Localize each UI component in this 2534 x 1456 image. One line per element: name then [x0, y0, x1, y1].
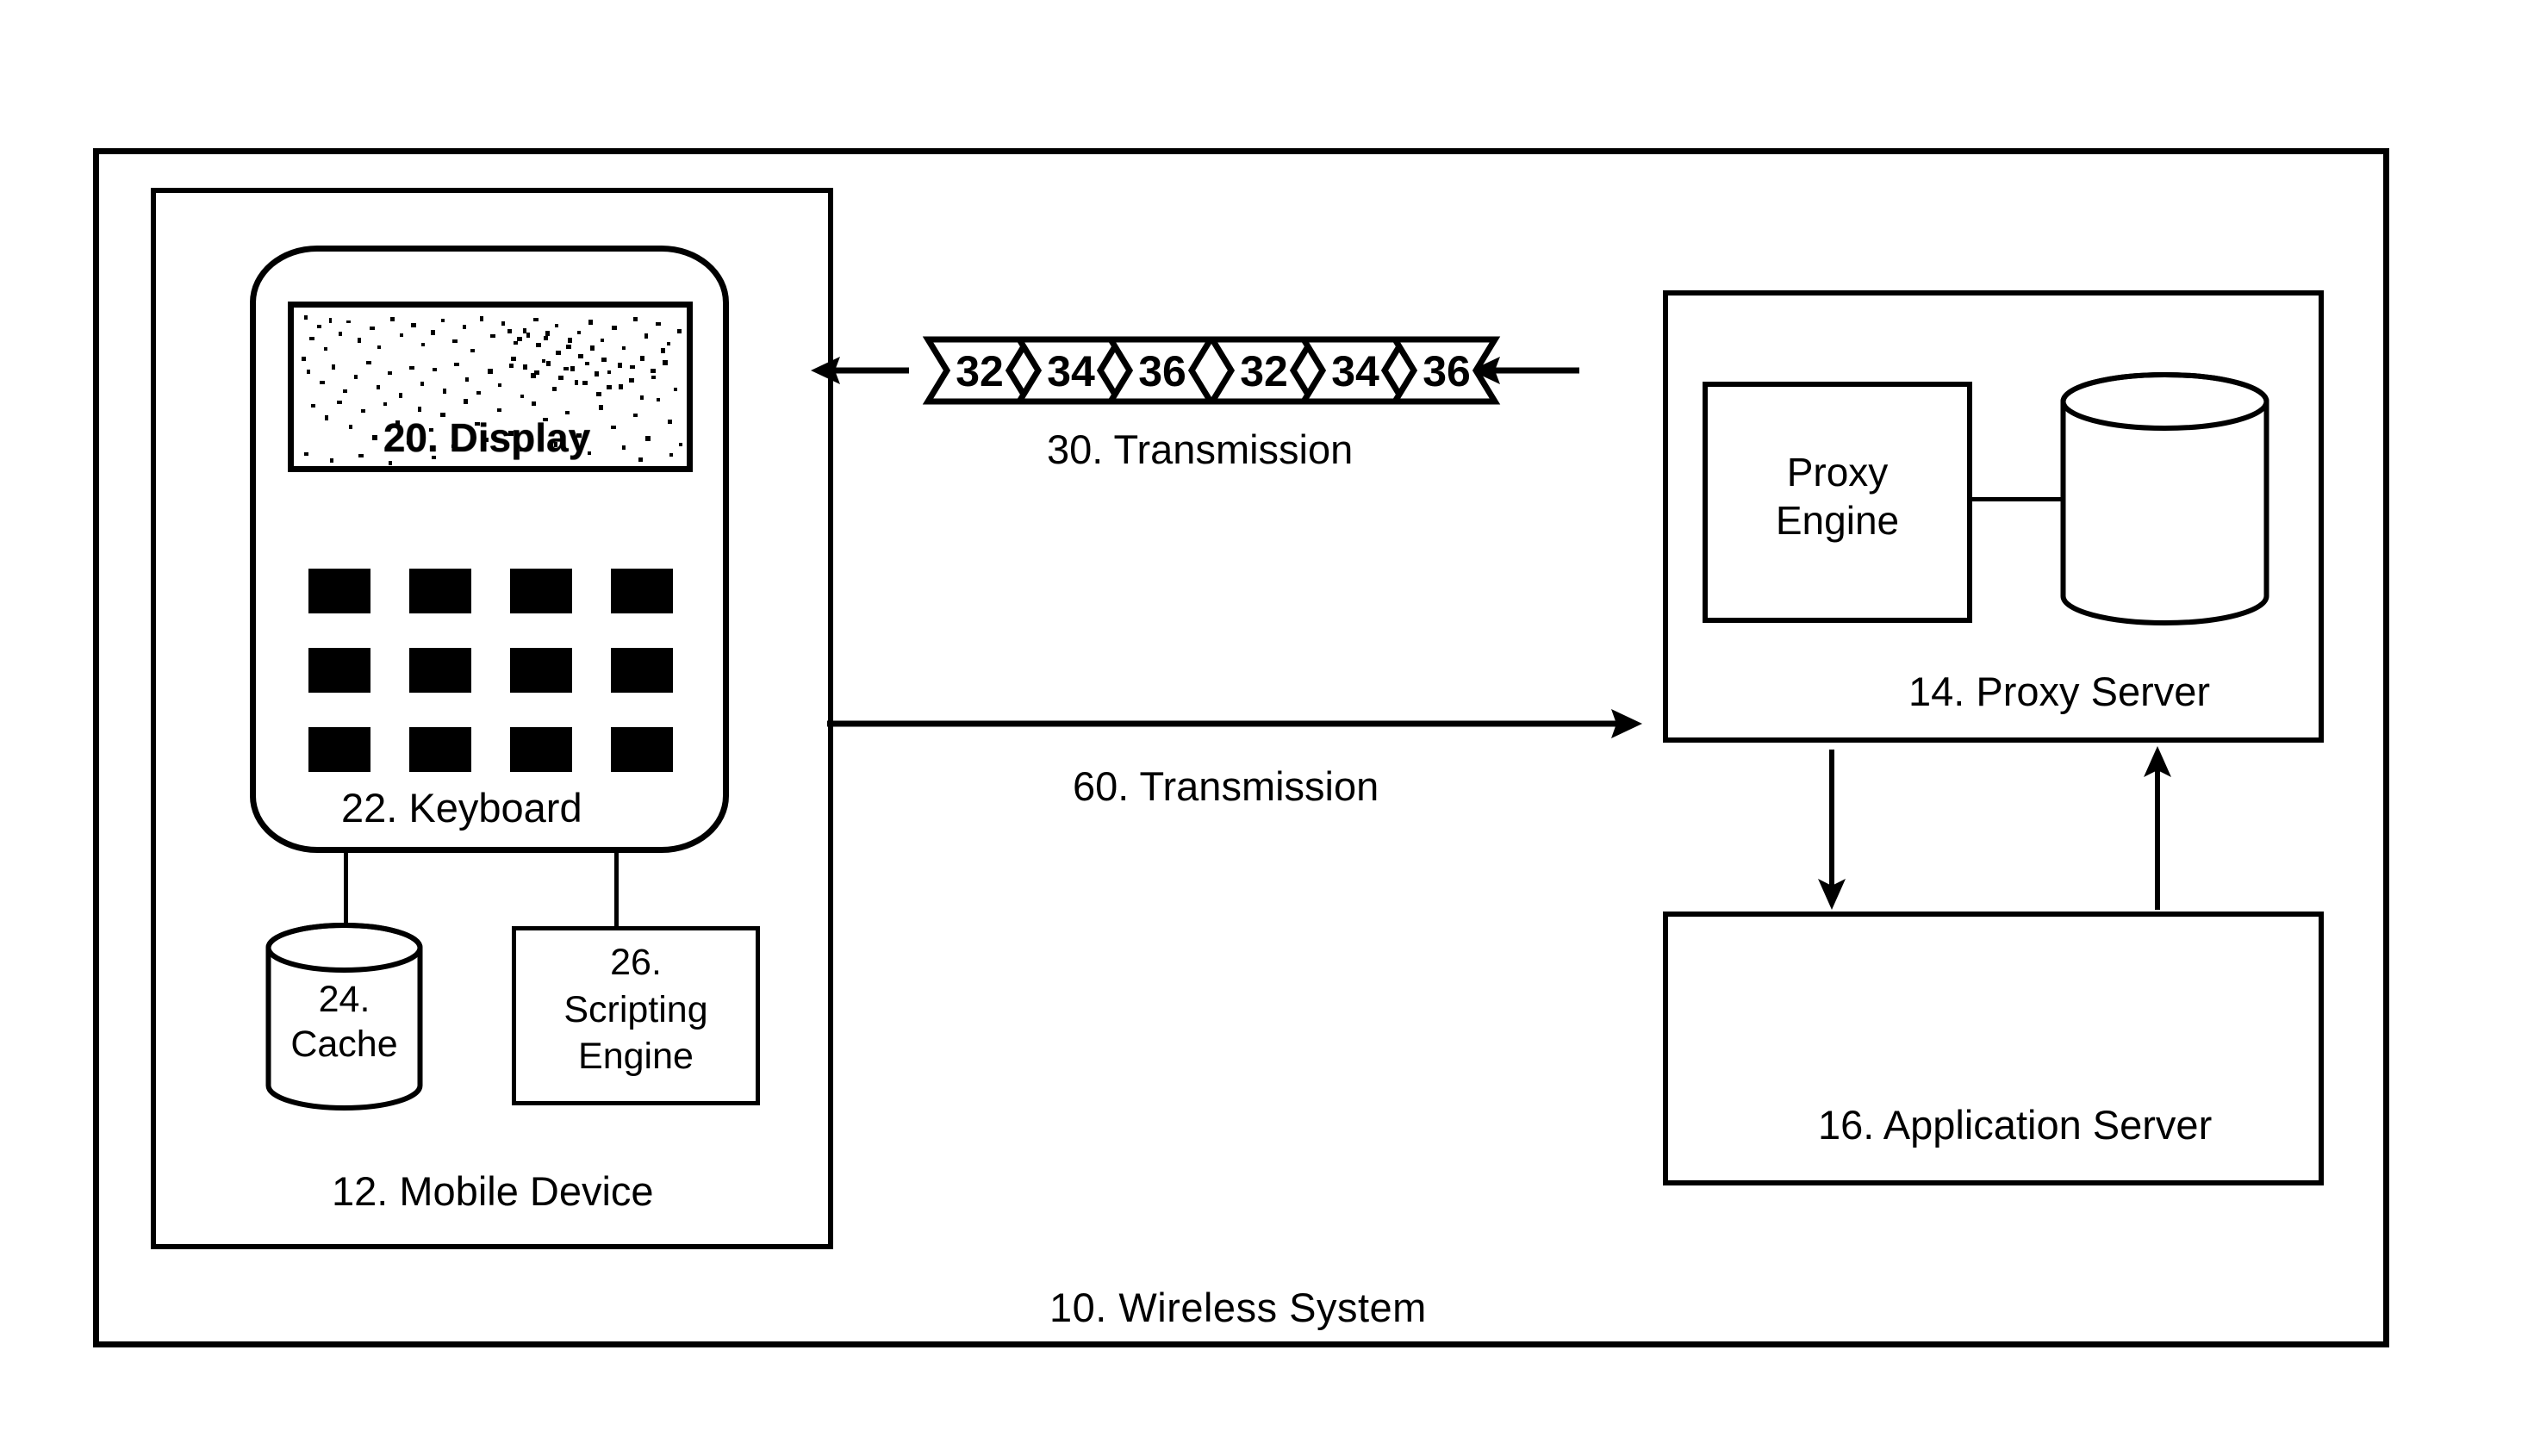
proxy-to-application-arrows [1663, 741, 2324, 913]
transmission-60-arrow-svg [827, 709, 1642, 738]
cylinder-shape [2060, 372, 2269, 625]
record-of-cache-cylinder: Record of Cache [2059, 370, 2270, 629]
transmission-60-label: 60. Transmission [1073, 763, 1379, 809]
packet-label: 34 [1331, 347, 1379, 395]
keypad-key[interactable] [611, 727, 673, 772]
cache-connector-line [344, 853, 348, 924]
application-server-label: 16. Application Server [1818, 1102, 2213, 1148]
proxy-engine-label: Proxy Engine [1703, 448, 1972, 544]
keypad [308, 569, 679, 772]
mobile-device-label: 12. Mobile Device [332, 1168, 654, 1214]
device-cache-label-number: 24. [318, 979, 370, 1020]
proxy-server-label: 14. Proxy Server [1908, 669, 2211, 714]
keypad-key[interactable] [611, 648, 673, 693]
vertical-arrows-svg [1818, 746, 2171, 910]
keypad-key[interactable] [308, 569, 370, 613]
display-screen: 20. Display [288, 302, 693, 472]
keypad-key[interactable] [308, 648, 370, 693]
packet-label: 32 [1240, 347, 1288, 395]
keypad-key[interactable] [409, 727, 471, 772]
packet-label: 34 [1047, 347, 1095, 395]
wireless-system-label: 10. Wireless System [1049, 1285, 1427, 1330]
keypad-key[interactable] [510, 648, 572, 693]
packet-label: 36 [1423, 347, 1471, 395]
keypad-key[interactable] [308, 727, 370, 772]
figure-canvas: 10. Wireless System 12. Mobile Device 20… [0, 0, 2534, 1456]
device-cache-label: 24. Cache [265, 977, 424, 1067]
transmission-30-packet-stream: 32 34 36 32 34 36 [806, 329, 1581, 412]
packet-stream-svg: 32 34 36 32 34 36 [811, 336, 1579, 405]
packet-label: 36 [1138, 347, 1186, 395]
scripting-engine-label: 26. Scripting Engine [512, 939, 760, 1080]
scripting-engine-connector-line [614, 853, 619, 928]
packet-label: 32 [956, 347, 1004, 395]
device-cache-cylinder: 24. Cache [265, 922, 424, 1111]
keyboard-label: 22. Keyboard [341, 785, 582, 831]
keypad-key[interactable] [409, 648, 471, 693]
proxy-engine-to-cache-link [1972, 497, 2062, 501]
scripting-engine-label-line3: Engine [578, 1036, 694, 1078]
transmission-30-label: 30. Transmission [1047, 426, 1354, 472]
scripting-engine-label-number: 26. [610, 942, 662, 983]
keypad-key[interactable] [409, 569, 471, 613]
keypad-key[interactable] [510, 727, 572, 772]
display-label: 20. Display [383, 415, 591, 460]
scripting-engine-label-line2: Scripting [563, 988, 708, 1030]
proxy-engine-label-line1: Proxy [1786, 450, 1889, 495]
keypad-key[interactable] [510, 569, 572, 613]
transmission-60-arrow [825, 698, 1644, 750]
device-cache-label-name: Cache [290, 1024, 398, 1066]
proxy-engine-label-line2: Engine [1775, 498, 1900, 544]
keypad-key[interactable] [611, 569, 673, 613]
